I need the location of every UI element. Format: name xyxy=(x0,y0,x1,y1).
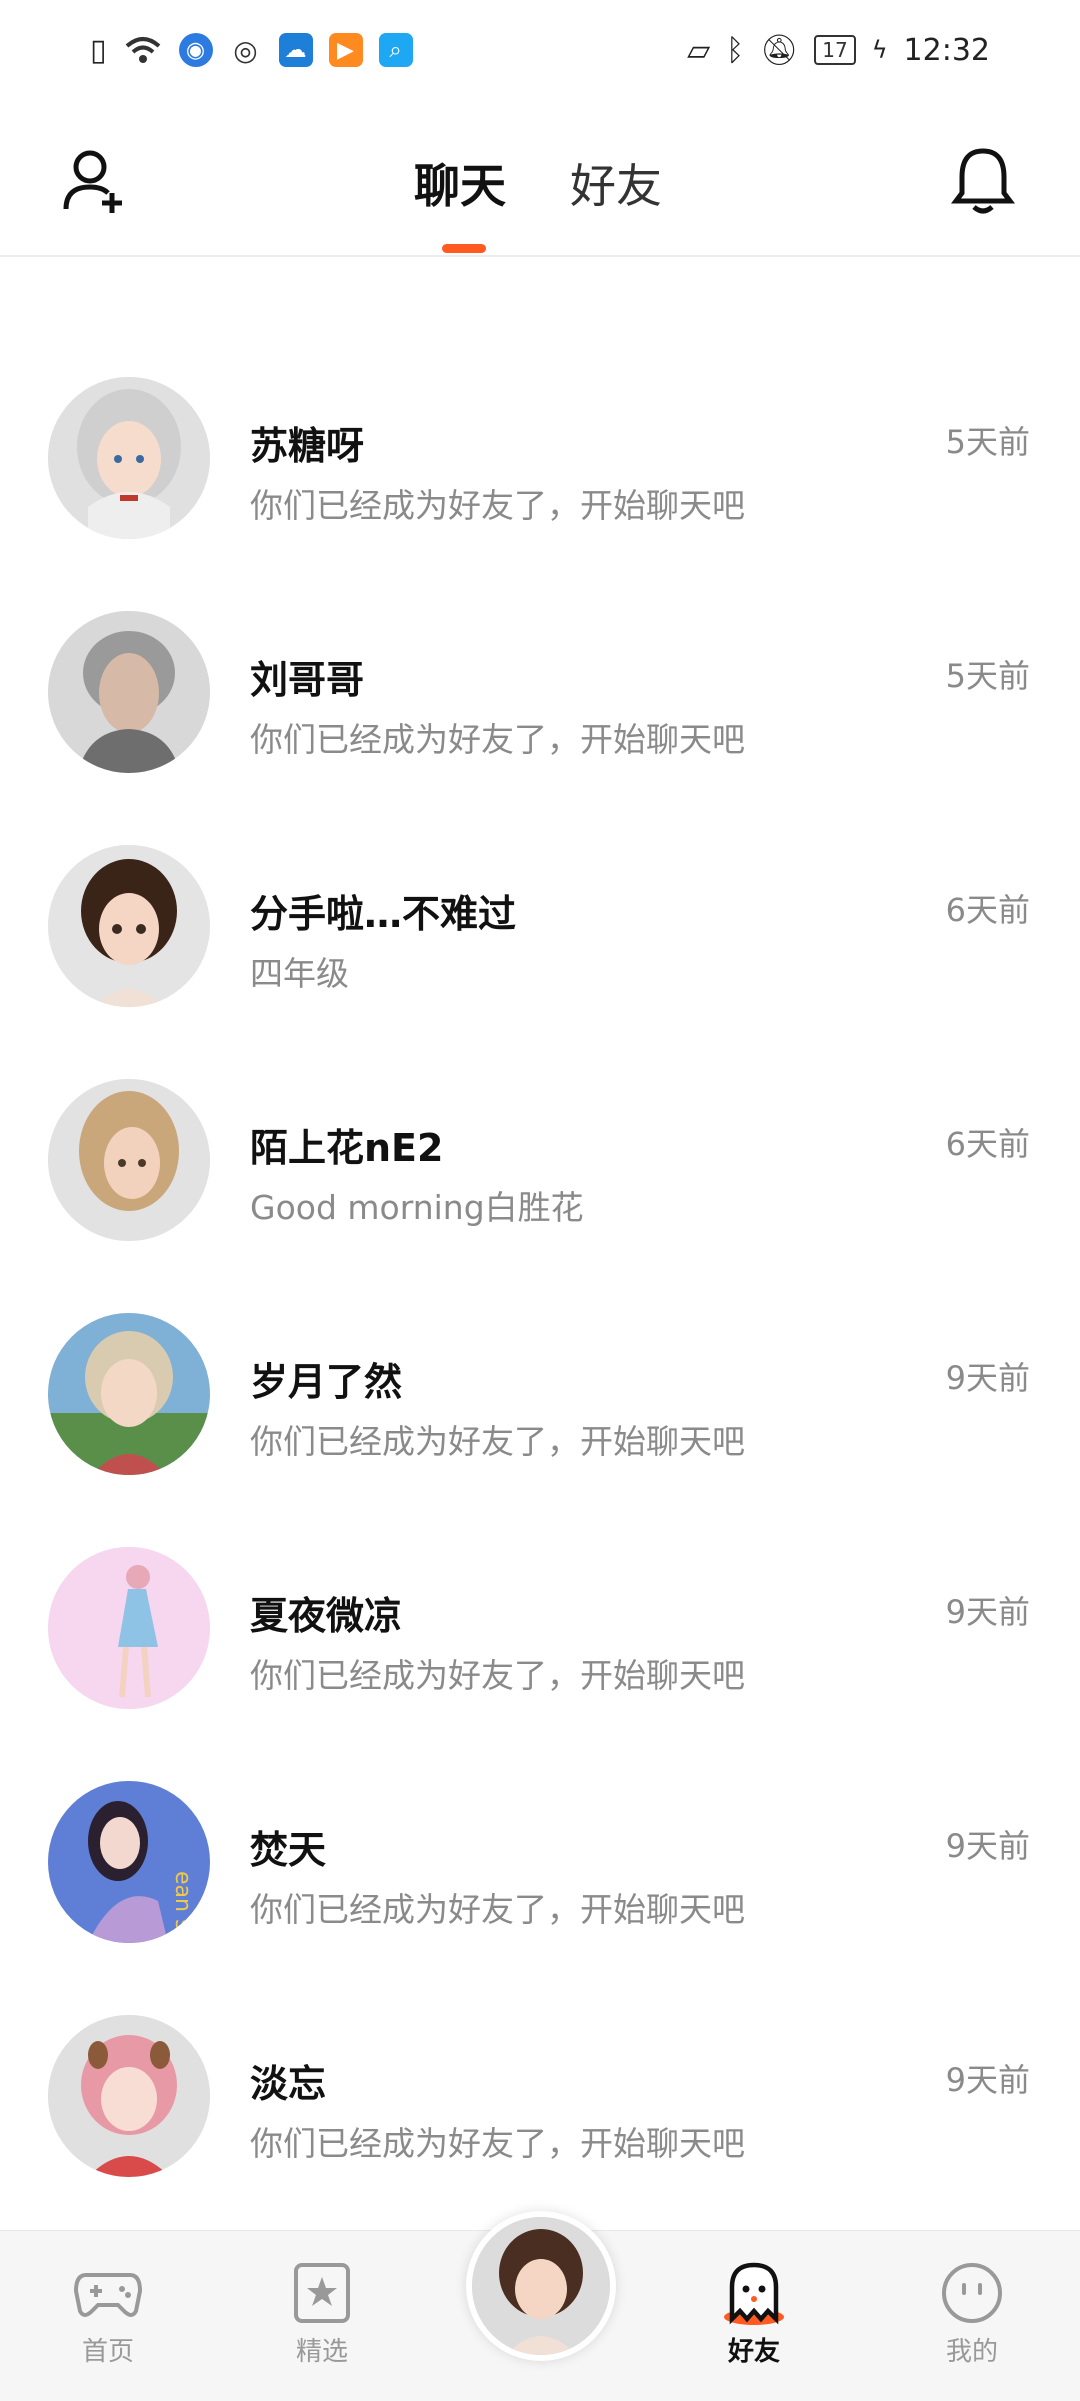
chat-name: 淡忘 xyxy=(250,2062,327,2106)
status-bar-left: ▯ ◉ ◎ ☁ ▶ ⌕ xyxy=(90,33,413,68)
avatar xyxy=(48,1547,210,1709)
battery-icon: 17 xyxy=(814,35,856,65)
nav-home[interactable]: 首页 xyxy=(48,2261,168,2368)
mute-icon: 🔕︎ xyxy=(760,32,799,68)
status-bar: ▯ ◉ ◎ ☁ ▶ ⌕ ▱ ᛒ 🔕︎ 17 ϟ 12:32 xyxy=(0,0,1080,100)
chat-time: 9天前 xyxy=(945,1827,1030,1865)
svg-text:ean sky: ean sky xyxy=(170,1871,195,1943)
nav-label: 好友 xyxy=(727,2337,780,2367)
avatar xyxy=(472,2217,610,2355)
chat-row[interactable]: 刘哥哥 你们已经成为好友了，开始聊天吧 5天前 xyxy=(0,591,1080,825)
avatar: ean sky xyxy=(48,1781,210,1943)
chat-last-message: 你们已经成为好友了，开始聊天吧 xyxy=(250,1422,745,1461)
chat-last-message: 四年级 xyxy=(250,954,349,993)
tab-friends[interactable]: 好友 xyxy=(570,150,662,216)
nav-label: 精选 xyxy=(295,2337,348,2367)
nav-friends[interactable]: 好友 xyxy=(694,2261,814,2368)
add-user-icon[interactable] xyxy=(60,145,132,217)
browser-icon: ◉ xyxy=(178,33,213,67)
chat-time: 9天前 xyxy=(945,1359,1030,1397)
chat-last-message: Good morning白胜花 xyxy=(250,1188,584,1227)
nav-center-avatar[interactable] xyxy=(466,2211,616,2361)
no-sim-icon: ▱ xyxy=(687,32,711,68)
chat-row[interactable]: 苏糖呀 你们已经成为好友了，开始聊天吧 5天前 xyxy=(0,357,1080,591)
chat-row[interactable]: 岁月了然 你们已经成为好友了，开始聊天吧 9天前 xyxy=(0,1293,1080,1527)
chat-last-message: 你们已经成为好友了，开始聊天吧 xyxy=(250,2124,745,2163)
chat-last-message: 你们已经成为好友了，开始聊天吧 xyxy=(250,1890,745,1929)
bell-icon[interactable] xyxy=(950,145,1016,217)
ghost-icon xyxy=(724,2262,784,2325)
charging-icon: ϟ xyxy=(871,36,888,64)
avatar xyxy=(48,1313,210,1475)
nav-me[interactable]: 我的 xyxy=(912,2261,1032,2368)
wifi-icon xyxy=(125,37,160,63)
chat-name: 苏糖呀 xyxy=(250,424,365,468)
chat-time: 5天前 xyxy=(945,657,1030,695)
chat-time: 6天前 xyxy=(945,891,1030,929)
chat-time: 5天前 xyxy=(945,423,1030,461)
chat-row[interactable]: 淡忘 你们已经成为好友了，开始聊天吧 9天前 xyxy=(0,1995,1080,2217)
active-tab-indicator xyxy=(442,244,486,253)
chat-last-message: 你们已经成为好友了，开始聊天吧 xyxy=(250,486,745,525)
sim-alert-icon: ▯ xyxy=(90,32,107,68)
chat-row-partial[interactable] xyxy=(0,257,1080,301)
top-header: 聊天 好友 xyxy=(0,100,1080,257)
chat-time: 9天前 xyxy=(945,2061,1030,2099)
chat-name: 刘哥哥 xyxy=(250,658,365,702)
bottom-nav: 首页 精选 好友 我的 xyxy=(0,2211,1080,2401)
wechat-icon: ◎ xyxy=(228,33,263,67)
chat-row[interactable]: 夏夜微凉 你们已经成为好友了，开始聊天吧 9天前 xyxy=(0,1527,1080,1761)
status-bar-right: ▱ ᛒ 🔕︎ 17 ϟ 12:32 xyxy=(687,33,990,68)
avatar xyxy=(48,377,210,539)
avatar xyxy=(48,611,210,773)
chat-last-message: 你们已经成为好友了，开始聊天吧 xyxy=(250,1656,745,1695)
chat-list: 苏糖呀 你们已经成为好友了，开始聊天吧 5天前 刘哥哥 你们已经成为好友了，开始… xyxy=(0,257,1080,2217)
avatar xyxy=(48,1079,210,1241)
tab-chat[interactable]: 聊天 xyxy=(414,150,506,216)
nav-label: 我的 xyxy=(945,2337,998,2367)
nav-label: 首页 xyxy=(81,2337,134,2367)
chat-row[interactable]: 陌上花nE2 Good morning白胜花 6天前 xyxy=(0,1059,1080,1293)
video-icon: ▶ xyxy=(328,33,363,67)
gamepad-icon xyxy=(73,2273,143,2317)
chat-name: 岁月了然 xyxy=(250,1360,403,1404)
chat-last-message: 你们已经成为好友了，开始聊天吧 xyxy=(250,720,745,759)
avatar xyxy=(48,845,210,1007)
weather-icon: ☁ xyxy=(278,33,313,67)
chat-name: 夏夜微凉 xyxy=(250,1594,403,1638)
search-app-icon: ⌕ xyxy=(378,33,413,67)
chat-row[interactable]: ean sky 焚天 你们已经成为好友了，开始聊天吧 9天前 xyxy=(0,1761,1080,1995)
chat-name: 焚天 xyxy=(250,1828,327,1872)
clock: 12:32 xyxy=(903,32,990,68)
face-icon xyxy=(942,2263,1002,2323)
chat-time: 9天前 xyxy=(945,1593,1030,1631)
avatar xyxy=(48,2015,210,2177)
chat-name: 分手啦…不难过 xyxy=(250,892,517,936)
chat-time: 6天前 xyxy=(945,1125,1030,1163)
nav-featured[interactable]: 精选 xyxy=(262,2261,382,2368)
star-icon xyxy=(294,2263,350,2323)
bluetooth-icon: ᛒ xyxy=(726,32,745,68)
chat-row[interactable]: 分手啦…不难过 四年级 6天前 xyxy=(0,825,1080,1059)
chat-name: 陌上花nE2 xyxy=(250,1126,444,1170)
